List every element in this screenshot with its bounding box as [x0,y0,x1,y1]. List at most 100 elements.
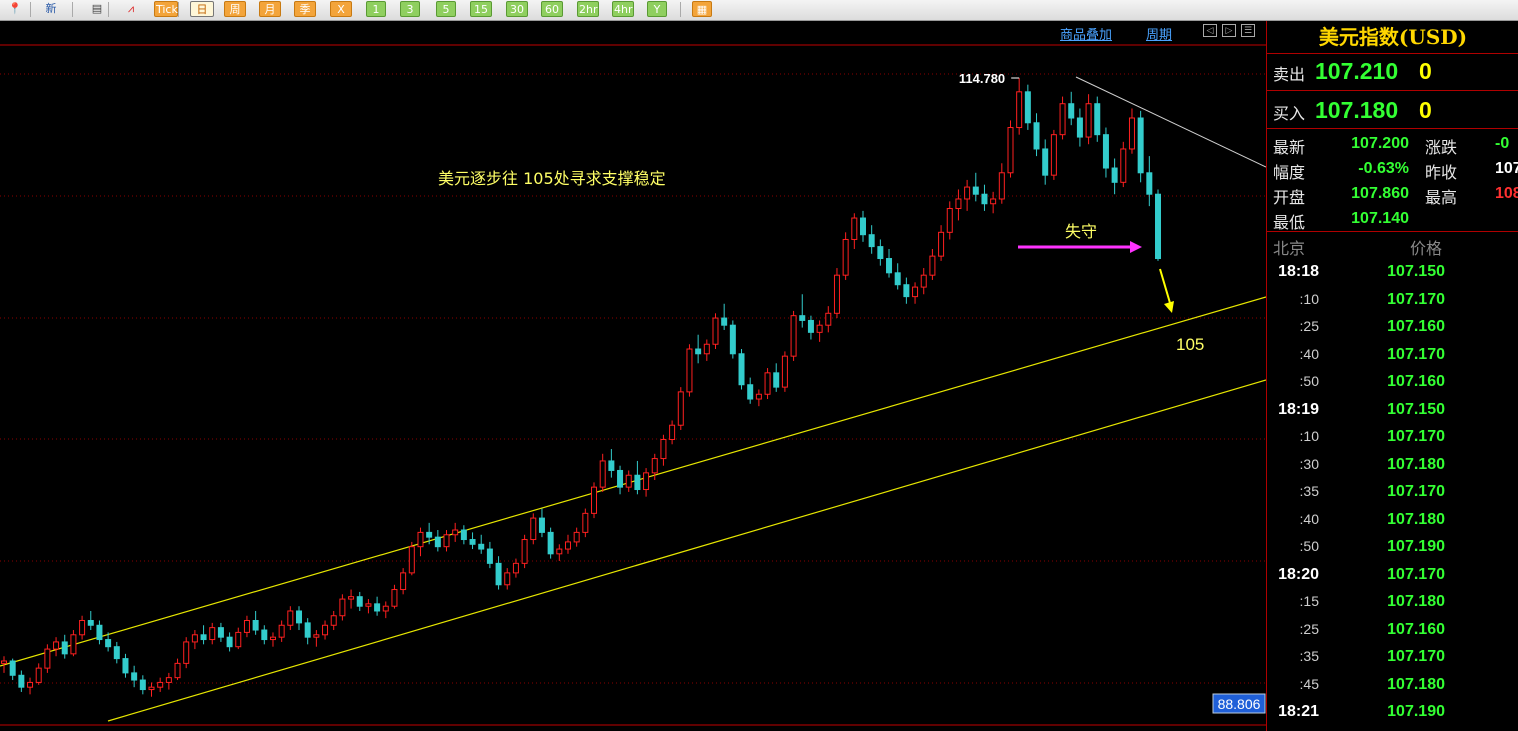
toolbar-separator [680,2,681,17]
scroll-right-icon[interactable]: ▷ [1222,24,1236,37]
candle-body [304,622,311,638]
period-60-button[interactable]: 60 [541,1,563,17]
period-1-button[interactable]: 1 [366,1,386,17]
overlay-commodity-link[interactable]: 商品叠加 [1060,24,1112,43]
tick-price: 107.150 [1387,263,1445,280]
tick-price: 107.170 [1387,648,1445,665]
candle-body [408,546,415,574]
candle-body [634,474,641,491]
tick-time: :10 [1299,428,1319,444]
candle-body [591,486,598,514]
chart-icon[interactable]: ⩘ [120,1,142,17]
period-4hr-button[interactable]: 4hr [612,1,634,17]
candle-body [599,460,606,488]
candle-body [486,548,493,564]
stat-value: -0.63% [1358,160,1409,177]
candle-body [564,541,571,550]
new-button[interactable]: 新 [42,1,60,17]
candle-body [209,627,216,641]
candle-body [1033,122,1040,150]
candle-body [434,536,441,548]
period-15-button[interactable]: 15 [470,1,492,17]
candle-body [183,641,190,664]
candle-body [243,620,250,633]
candle-body [1128,117,1135,150]
tick-time: 18:19 [1278,400,1319,418]
candle-body [781,355,788,388]
tick-time: :15 [1299,593,1319,609]
year-button[interactable]: Y [647,1,667,17]
candle-body [859,217,866,236]
month-button[interactable]: 月 [259,1,281,17]
tick-price: 107.190 [1387,538,1445,555]
candlestick-chart[interactable]: 114.780 美元逐步往 105处寻求支撑稳定失守 105 88.806 [0,21,1266,731]
candle-body [1085,103,1092,138]
candle-body [191,634,198,643]
candle-body [426,531,433,538]
candle-body [920,274,927,288]
candle-body [452,529,459,536]
candle-body [721,317,728,326]
candle-body [1146,172,1153,195]
candle-body [1076,117,1083,138]
candle-body [582,512,589,533]
candle-body [886,258,893,274]
candle-body [382,605,389,612]
candle-body [1,660,7,664]
period-2hr-button[interactable]: 2hr [577,1,599,17]
zoom-icon[interactable]: ☰ [1241,24,1255,37]
period-30-button[interactable]: 30 [506,1,528,17]
tick-header-time: 北京 [1273,239,1306,258]
candle-body [660,439,667,460]
candle-body [573,531,580,543]
candle-body [148,686,155,691]
candle-body [400,572,407,591]
pin-icon[interactable]: 📍 [6,1,24,17]
candle-body [391,589,398,607]
candle-body [165,677,172,683]
candle-body [799,315,806,321]
tick-price: 107.180 [1387,510,1445,528]
candle-body [1094,103,1101,136]
candle-body [200,634,207,641]
candle-body [981,193,988,205]
candle-body [18,674,25,688]
candle-body [651,458,658,474]
candle-body [608,460,615,471]
stat-value-2: -0 [1495,135,1510,152]
candle-body [1050,134,1057,176]
candle-body [278,624,285,638]
tick-time: :45 [1299,675,1319,692]
quote-panel: 美元指数(USD) 卖出 107.210 0 买入 107.180 0 最新 10… [1266,21,1518,731]
tick-price: 107.170 [1387,565,1445,583]
grid-icon[interactable]: ▦ [692,1,712,17]
tick-time: :50 [1299,538,1319,554]
tick-price: 107.170 [1387,290,1445,308]
axis-bottom-value: 88.806 [1218,696,1261,712]
tick-price: 107.160 [1387,373,1445,390]
day-button[interactable]: 日 [190,1,214,17]
week-button[interactable]: 周 [224,1,246,17]
scroll-left-icon[interactable]: ◁ [1203,24,1217,37]
candle-body [764,372,771,395]
quarter-button[interactable]: 季 [294,1,316,17]
candle-body [695,348,702,355]
tick-price: 107.180 [1387,675,1445,693]
candle-body [703,343,710,355]
candle-body [235,631,242,648]
tick-price: 107.170 [1387,483,1445,500]
down-arrowhead-icon [1164,301,1174,313]
table-icon[interactable]: ▤ [86,1,108,17]
tick-price: 107.180 [1387,455,1445,473]
period-link[interactable]: 周期 [1146,24,1172,43]
candle-body [833,274,840,314]
period-5-button[interactable]: 5 [436,1,456,17]
candle-body [61,641,68,655]
candle-body [998,172,1005,200]
sell-qty: 0 [1419,58,1432,84]
period-3-button[interactable]: 3 [400,1,420,17]
tick-button[interactable]: Tick [154,1,178,17]
x-button[interactable]: X [330,1,352,17]
arrowhead-icon [1130,241,1142,253]
tick-header-price: 价格 [1410,239,1443,258]
